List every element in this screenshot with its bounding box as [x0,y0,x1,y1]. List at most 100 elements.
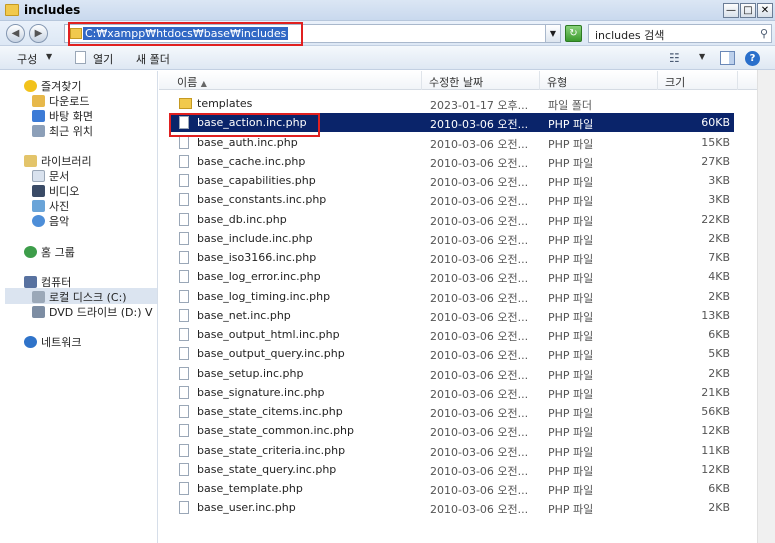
column-divider[interactable] [421,71,422,90]
file-icon [179,212,189,226]
file-size: 56KB [701,405,730,418]
file-type: PHP 파일 [548,426,594,440]
file-date: 2010-03-06 오전... [430,330,529,343]
table-row[interactable]: base_iso3166.inc.php 2010-03-06 오전... PHP … [170,248,734,267]
sidebar-item-favorites[interactable]: 즐겨찾기 [24,78,81,94]
file-icon [179,347,189,361]
sidebar-item-local-disk[interactable]: 로컬 디스크 (C:) [5,288,157,304]
file-icon [179,482,189,495]
file-type: PHP 파일 [548,156,594,170]
table-row[interactable]: base_output_query.inc.php 2010-03-06 오전..… [170,344,734,363]
sidebar-item-downloads[interactable]: 다운로드 [32,93,89,109]
table-row[interactable]: base_log_error.inc.php 2010-03-06 오전... PH… [170,267,734,286]
sidebar-item-homegroup[interactable]: 홈 그룹 [24,244,75,260]
maximize-button[interactable]: □ [740,3,756,18]
file-type: PHP 파일 [548,368,594,382]
search-input[interactable]: includes 검색 ⚲ [588,24,772,43]
back-button[interactable]: ◀ [6,24,25,43]
search-icon[interactable]: ⚲ [760,27,768,40]
video-icon [32,185,45,197]
sidebar-item-network[interactable]: 네트워크 [24,334,81,350]
file-name: base_net.inc.php [197,308,291,322]
file-type: PHP 파일 [548,214,594,228]
open-button[interactable]: 열기 [93,51,113,67]
file-date: 2010-03-06 오전... [430,195,529,209]
organize-button[interactable]: 구성 [17,51,37,67]
table-row[interactable]: base_user.inc.php 2010-03-06 오전... PHP 파일 2… [170,498,734,517]
file-type: PHP 파일 [548,291,594,305]
table-row[interactable]: base_include.inc.php 2010-03-06 오전... PHP … [170,229,734,248]
table-row[interactable]: base_constants.inc.php 2010-03-06 오전... PH… [170,190,734,209]
help-icon[interactable]: ? [745,51,760,66]
table-row[interactable]: base_db.inc.php 2010-03-06 오전... PHP 파일 22K… [170,210,734,229]
minimize-button[interactable]: — [723,3,739,18]
file-date: 2010-03-06 오전... [430,349,529,363]
sidebar-item-videos[interactable]: 비디오 [32,183,79,199]
column-header-date[interactable]: 수정한 날짜 [429,74,483,90]
file-size: 12KB [701,462,730,476]
file-date: 2010-03-06 오전... [430,176,529,189]
table-row[interactable]: base_state_common.inc.php 2010-03-06 오전..… [170,421,734,440]
file-size: 2KB [708,501,730,515]
column-divider[interactable] [539,71,540,90]
file-icon [179,193,189,207]
vertical-scrollbar[interactable] [757,70,775,543]
table-row[interactable]: base_capabilities.php 2010-03-06 오전... PHP… [170,171,734,190]
column-divider[interactable] [657,71,658,90]
sidebar-item-desktop[interactable]: 바탕 화면 [32,108,93,124]
column-header-type[interactable]: 유형 [547,74,567,90]
file-date: 2010-03-06 오전... [430,464,529,478]
chevron-down-icon[interactable]: ▼ [699,52,705,61]
file-icon [179,443,189,457]
table-row[interactable]: base_state_query.inc.php 2010-03-06 오전...… [170,460,734,479]
file-size: 21KB [701,385,730,399]
table-row[interactable]: base_net.inc.php 2010-03-06 오전... PHP 파일 13… [170,306,734,325]
sidebar-item-music[interactable]: 음악 [32,213,69,229]
view-options-icon[interactable]: ☷ [668,51,684,64]
table-row[interactable]: templates 2023-01-17 오후... 파일 폴더 [170,94,734,113]
search-placeholder: includes 검색 [595,29,665,42]
file-size: 3KB [708,174,730,187]
sidebar-item-documents[interactable]: 문서 [32,168,69,184]
table-row[interactable]: base_setup.inc.php 2010-03-06 오전... PHP 파일… [170,364,734,383]
file-name: base_log_timing.inc.php [197,289,331,303]
sidebar-item-recent[interactable]: 최근 위치 [32,123,93,139]
table-row[interactable]: base_template.php 2010-03-06 오전... PHP 파일 6… [170,479,734,498]
file-size: 3KB [708,193,730,207]
refresh-button[interactable]: ↻ [565,25,582,42]
desktop-icon [32,110,45,122]
file-name: base_constants.inc.php [197,193,327,207]
preview-pane-icon[interactable] [720,51,735,65]
column-divider[interactable] [737,71,738,90]
chevron-down-icon[interactable]: ▼ [46,52,52,61]
file-icon [179,501,189,515]
sidebar-item-libraries[interactable]: 라이브러리 [24,153,92,169]
file-type: PHP 파일 [548,310,594,324]
file-date: 2023-01-17 오후... [430,99,529,112]
file-type: PHP 파일 [548,233,594,247]
table-row[interactable]: base_log_timing.inc.php 2010-03-06 오전... P… [170,287,734,306]
folder-icon [179,98,192,109]
dvd-drive-icon [32,306,45,318]
file-icon [179,174,189,187]
column-header-name[interactable]: 이름 ▲ [177,74,207,90]
file-icon [179,270,189,284]
close-button[interactable]: ✕ [757,3,773,18]
sidebar-item-pictures[interactable]: 사진 [32,198,69,214]
file-icon [179,405,189,418]
file-type: PHP 파일 [548,137,594,151]
table-row[interactable]: base_cache.inc.php 2010-03-06 오전... PHP 파일… [170,152,734,171]
forward-button[interactable]: ▶ [29,24,48,43]
address-dropdown-button[interactable]: ▼ [545,24,561,43]
table-row[interactable]: base_state_criteria.inc.php 2010-03-06 오전… [170,441,734,460]
column-header-size[interactable]: 크기 [665,74,685,90]
sidebar-item-dvd-drive[interactable]: DVD 드라이브 (D:) V [32,304,153,320]
new-folder-button[interactable]: 새 폴더 [136,51,170,67]
file-name: base_iso3166.inc.php [197,251,317,264]
file-name: base_state_criteria.inc.php [197,443,346,457]
table-row[interactable]: base_output_html.inc.php 2010-03-06 오전...… [170,325,734,344]
computer-icon [24,276,37,288]
table-row[interactable]: base_signature.inc.php 2010-03-06 오전... PH… [170,383,734,402]
file-size: 6KB [708,328,730,341]
table-row[interactable]: base_state_citems.inc.php 2010-03-06 오전..… [170,402,734,421]
